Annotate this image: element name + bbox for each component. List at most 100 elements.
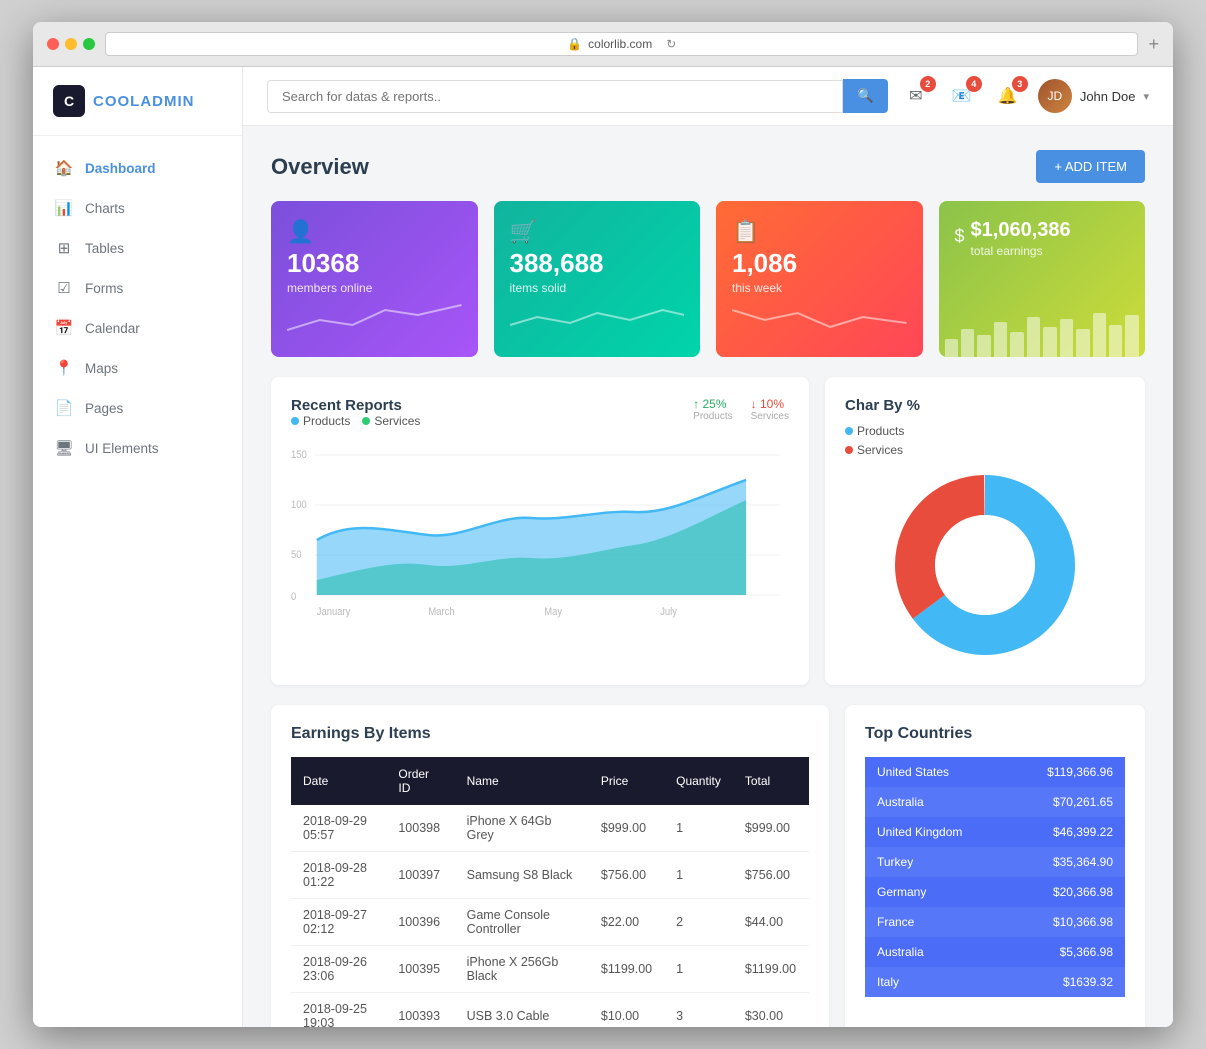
sidebar-item-forms[interactable]: ☑ Forms [33, 268, 242, 308]
table-row: 2018-09-29 05:57 100398 iPhone X 64Gb Gr… [291, 805, 809, 852]
cell-quantity: 1 [664, 805, 733, 852]
dot-minimize[interactable] [65, 38, 77, 50]
sidebar-item-pages[interactable]: 📄 Pages [33, 388, 242, 428]
avatar: JD [1038, 79, 1072, 113]
user-name: John Doe [1080, 89, 1136, 104]
email-icon-wrap[interactable]: ✉ 2 [900, 80, 932, 112]
add-item-button[interactable]: + ADD ITEM [1036, 150, 1145, 183]
tables-icon: ⊞ [55, 239, 73, 257]
user-profile[interactable]: JD John Doe ▾ [1038, 79, 1149, 113]
sidebar-item-maps[interactable]: 📍 Maps [33, 348, 242, 388]
sidebar-item-charts[interactable]: 📊 Charts [33, 188, 242, 228]
list-item: United States $119,366.96 [865, 757, 1125, 787]
products-pct: ↑ 25% [693, 397, 732, 411]
dot-maximize[interactable] [83, 38, 95, 50]
cell-date: 2018-09-25 19:03 [291, 992, 386, 1027]
lock-icon: 🔒 [567, 37, 582, 51]
country-amount: $5,366.98 [1008, 937, 1125, 967]
notification-icon-wrap[interactable]: 🔔 3 [992, 80, 1024, 112]
logo-cool: COOL [93, 93, 140, 110]
url-text: colorlib.com [588, 37, 652, 51]
country-amount: $35,364.90 [1008, 847, 1125, 877]
countries-table: United States $119,366.96 Australia $70,… [865, 757, 1125, 997]
sidebar-item-dashboard[interactable]: 🏠 Dashboard [33, 148, 242, 188]
sidebar-item-label: Forms [85, 281, 123, 296]
products-label: Products [693, 411, 732, 422]
app-container: C COOLADMIN 🏠 Dashboard 📊 Charts ⊞ Table… [33, 67, 1173, 1027]
chart-title: Recent Reports [291, 397, 420, 414]
search-input[interactable] [267, 80, 843, 113]
cell-name: iPhone X 256Gb Black [455, 945, 589, 992]
stat-card-earnings: $ $1,060,386 total earnings [939, 201, 1146, 357]
country-amount: $70,261.65 [1008, 787, 1125, 817]
members-label: members online [287, 281, 462, 295]
col-total: Total [733, 757, 809, 805]
reload-icon[interactable]: ↻ [666, 37, 676, 51]
sidebar-item-label: Tables [85, 241, 124, 256]
cell-date: 2018-09-26 23:06 [291, 945, 386, 992]
area-chart-svg: 150 100 50 0 [291, 440, 789, 620]
pages-icon: 📄 [55, 399, 73, 417]
week-label: this week [732, 281, 907, 295]
dot-close[interactable] [47, 38, 59, 50]
col-quantity: Quantity [664, 757, 733, 805]
table-row: 2018-09-26 23:06 100395 iPhone X 256Gb B… [291, 945, 809, 992]
cell-total: $44.00 [733, 898, 809, 945]
donut-products-label: Products [857, 424, 904, 438]
donut-products-dot [845, 427, 853, 435]
charts-icon: 📊 [55, 199, 73, 217]
donut-chart-title: Char By % [845, 397, 1125, 414]
new-tab-button[interactable]: + [1148, 34, 1159, 55]
search-bar: 🔍 [267, 79, 888, 113]
col-price: Price [589, 757, 664, 805]
sidebar-logo: C COOLADMIN [33, 67, 242, 136]
services-pct: ↓ 10% [751, 397, 789, 411]
country-amount: $1639.32 [1008, 967, 1125, 997]
cell-order-id: 100398 [386, 805, 454, 852]
sidebar-nav: 🏠 Dashboard 📊 Charts ⊞ Tables ☑ Forms 📅 [33, 136, 242, 480]
sidebar-item-tables[interactable]: ⊞ Tables [33, 228, 242, 268]
calendar-icon: 📅 [55, 319, 73, 337]
chart-stats: ↑ 25% Products ↓ 10% Services [693, 397, 789, 422]
donut-services-dot [845, 446, 853, 454]
cell-price: $1199.00 [589, 945, 664, 992]
items-icon: 🛒 [510, 219, 685, 245]
search-button[interactable]: 🔍 [843, 79, 888, 113]
forms-icon: ☑ [55, 279, 73, 297]
svg-text:150: 150 [291, 449, 307, 461]
items-value: 388,688 [510, 249, 685, 278]
mail2-icon-wrap[interactable]: 📧 4 [946, 80, 978, 112]
table-row: 2018-09-28 01:22 100397 Samsung S8 Black… [291, 851, 809, 898]
page-content: Overview + ADD ITEM 👤 10368 members onli… [243, 126, 1173, 1027]
cell-order-id: 100393 [386, 992, 454, 1027]
col-name: Name [455, 757, 589, 805]
cell-order-id: 100397 [386, 851, 454, 898]
stat-card-items: 🛒 388,688 items solid [494, 201, 701, 357]
list-item: Australia $5,366.98 [865, 937, 1125, 967]
user-dropdown-icon: ▾ [1143, 90, 1149, 103]
charts-row: Recent Reports Products Services ↑ 25% P… [271, 377, 1145, 685]
cell-quantity: 3 [664, 992, 733, 1027]
cell-price: $756.00 [589, 851, 664, 898]
items-label: items solid [510, 281, 685, 295]
cell-quantity: 1 [664, 945, 733, 992]
chart-by-percent-card: Char By % Products Services [825, 377, 1145, 685]
sidebar-item-ui-elements[interactable]: 🖥 UI Elements [33, 428, 242, 468]
header-icons: ✉ 2 📧 4 🔔 3 JD John [900, 79, 1149, 113]
sidebar-item-calendar[interactable]: 📅 Calendar [33, 308, 242, 348]
browser-dots [47, 38, 95, 50]
donut-legend-services: Services [845, 443, 1125, 457]
donut-legend-products: Products [845, 424, 1125, 438]
cell-total: $756.00 [733, 851, 809, 898]
earnings-table-card: Earnings By Items Date Order ID Name Pri… [271, 705, 829, 1027]
browser-url-bar[interactable]: 🔒 colorlib.com ↻ [105, 32, 1138, 56]
dashboard-icon: 🏠 [55, 159, 73, 177]
logo-icon: C [53, 85, 85, 117]
cell-total: $30.00 [733, 992, 809, 1027]
cell-total: $999.00 [733, 805, 809, 852]
stat-products: ↑ 25% Products [693, 397, 732, 422]
cell-price: $22.00 [589, 898, 664, 945]
main-content: 🔍 ✉ 2 📧 4 🔔 3 [243, 67, 1173, 1027]
top-header: 🔍 ✉ 2 📧 4 🔔 3 [243, 67, 1173, 126]
svg-text:0: 0 [291, 591, 297, 603]
